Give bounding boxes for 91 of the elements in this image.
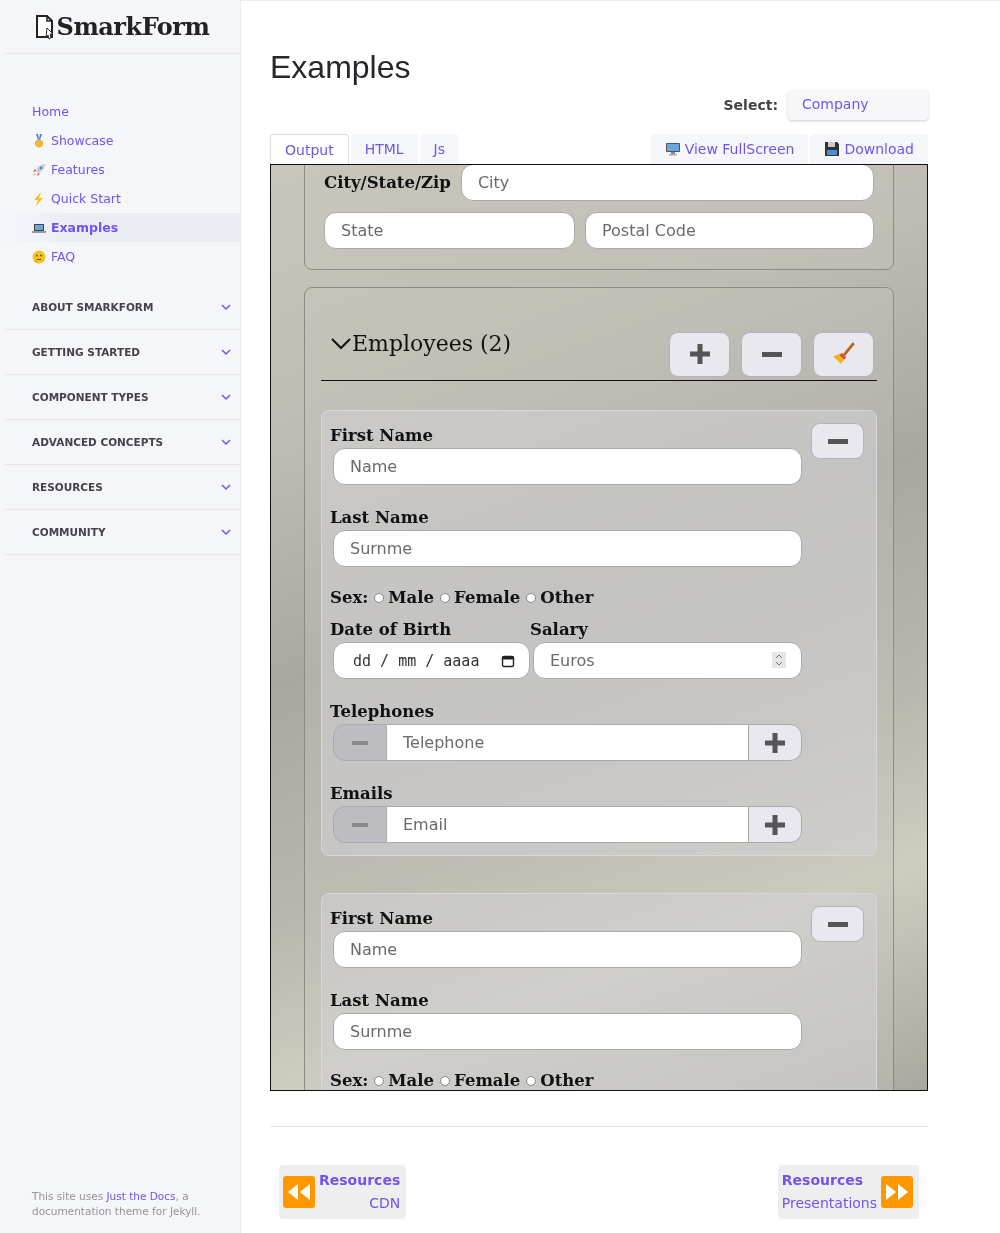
- add-button[interactable]: [669, 331, 730, 377]
- monitor-icon: [664, 141, 681, 157]
- plus-icon: [763, 812, 787, 837]
- nav-section-toggle[interactable]: COMPONENT TYPES: [4, 375, 240, 420]
- remove-button[interactable]: [741, 331, 802, 377]
- tab[interactable]: Js: [419, 134, 460, 164]
- nav-section-toggle[interactable]: ADVANCED CONCEPTS: [4, 420, 240, 465]
- input-field[interactable]: Email: [387, 806, 748, 843]
- thinking-face-icon: [32, 249, 46, 264]
- add-button[interactable]: [748, 724, 802, 761]
- input-field[interactable]: Postal Code: [585, 212, 874, 249]
- add-button[interactable]: [748, 806, 802, 843]
- field-label: Date of Birth: [330, 619, 453, 641]
- toolbar-button[interactable]: View FullScreen: [650, 134, 809, 164]
- minus-icon: [827, 921, 848, 927]
- input-field[interactable]: Name: [333, 931, 802, 968]
- chevron-icon: [221, 347, 231, 357]
- rewind-icon: [283, 1176, 315, 1208]
- date-field[interactable]: dd / mm / aaaa: [333, 642, 530, 679]
- field-label: Sex:: [330, 587, 369, 609]
- nav-link[interactable]: Features: [0, 155, 240, 184]
- nav-link[interactable]: Home: [0, 97, 240, 126]
- document-cursor-icon: [34, 13, 55, 40]
- radio-label: Other: [540, 587, 594, 609]
- radio-label: Male: [388, 587, 435, 609]
- footer-text: This site uses Just the Docs, a documentation theme for Jekyll.: [32, 1189, 202, 1219]
- input-field[interactable]: State: [324, 212, 575, 249]
- nav-link[interactable]: FAQ: [0, 242, 240, 271]
- page-title: Examples: [270, 49, 412, 86]
- radio-label: Other: [540, 1070, 594, 1090]
- minus-icon: [351, 740, 369, 745]
- minus-icon: [827, 438, 848, 444]
- radio-label: Female: [454, 1070, 521, 1090]
- nav-section-toggle[interactable]: GETTING STARTED: [4, 330, 240, 375]
- medal-icon: [32, 133, 46, 148]
- chevron-icon: [221, 527, 231, 537]
- site-logo[interactable]: SmarkForm: [56, 12, 210, 41]
- input-field[interactable]: Name: [333, 448, 802, 485]
- minus-icon: [351, 822, 369, 827]
- footer-link[interactable]: Just the Docs: [106, 1190, 176, 1202]
- section-title: Employees (2): [352, 331, 512, 356]
- input-field[interactable]: City: [460, 165, 874, 201]
- remove-button[interactable]: [811, 906, 864, 942]
- input-field[interactable]: Surnme: [333, 1013, 802, 1050]
- field-label: Emails: [330, 783, 394, 805]
- input-field[interactable]: Telephone: [387, 724, 748, 761]
- radio-button[interactable]: [374, 593, 385, 603]
- chevron-icon: [221, 302, 231, 312]
- radio-label: Female: [454, 587, 521, 609]
- nav-link[interactable]: Quick Start: [0, 184, 240, 213]
- field-label: First Name: [330, 425, 435, 447]
- radio-button[interactable]: [526, 593, 537, 603]
- radio-button[interactable]: [526, 1076, 537, 1086]
- field-label: Last Name: [330, 507, 430, 529]
- next-page-link[interactable]: Resources Presentations: [777, 1165, 919, 1219]
- fast-forward-icon: [881, 1176, 913, 1208]
- field-label: Sex:: [330, 1070, 369, 1090]
- plus-icon: [763, 730, 787, 755]
- radio-label: Male: [388, 1070, 435, 1090]
- rocket-icon: [32, 162, 46, 177]
- number-field[interactable]: Euros: [533, 642, 802, 679]
- field-label: First Name: [330, 908, 435, 930]
- input-field[interactable]: Surnme: [333, 530, 802, 567]
- nav-section-toggle[interactable]: ABOUT SMARKFORM: [4, 285, 240, 330]
- chevron-icon: [221, 482, 231, 492]
- calendar-icon[interactable]: [501, 653, 515, 668]
- field-label: Salary: [530, 619, 590, 641]
- minus-icon: [761, 351, 782, 357]
- plus-icon: [687, 342, 712, 366]
- clear-button[interactable]: [813, 331, 874, 377]
- toolbar-button[interactable]: Download: [810, 134, 928, 164]
- chevron-icon: [221, 437, 231, 447]
- spinner-arrows-icon[interactable]: [772, 652, 786, 668]
- remove-button[interactable]: [811, 423, 864, 459]
- chevron-icon: [221, 392, 231, 402]
- nav-section-toggle[interactable]: COMMUNITY: [4, 510, 240, 555]
- field-label: City/State/Zip: [324, 172, 451, 194]
- lightning-icon: [32, 191, 46, 206]
- nav-link[interactable]: Showcase: [0, 126, 240, 155]
- field-label: Last Name: [330, 990, 430, 1012]
- radio-button[interactable]: [440, 1076, 451, 1086]
- example-select[interactable]: Company: [788, 90, 928, 120]
- tab[interactable]: HTML: [350, 134, 418, 164]
- radio-button[interactable]: [440, 593, 451, 603]
- chevron-icon[interactable]: [331, 336, 351, 351]
- select-label: Select:: [723, 97, 778, 113]
- field-label: Telephones: [330, 701, 435, 723]
- nav-section-toggle[interactable]: RESOURCES: [4, 465, 240, 510]
- radio-button[interactable]: [374, 1076, 385, 1086]
- previous-page-link[interactable]: Resources CDN: [279, 1165, 407, 1219]
- tab[interactable]: Output: [270, 134, 349, 164]
